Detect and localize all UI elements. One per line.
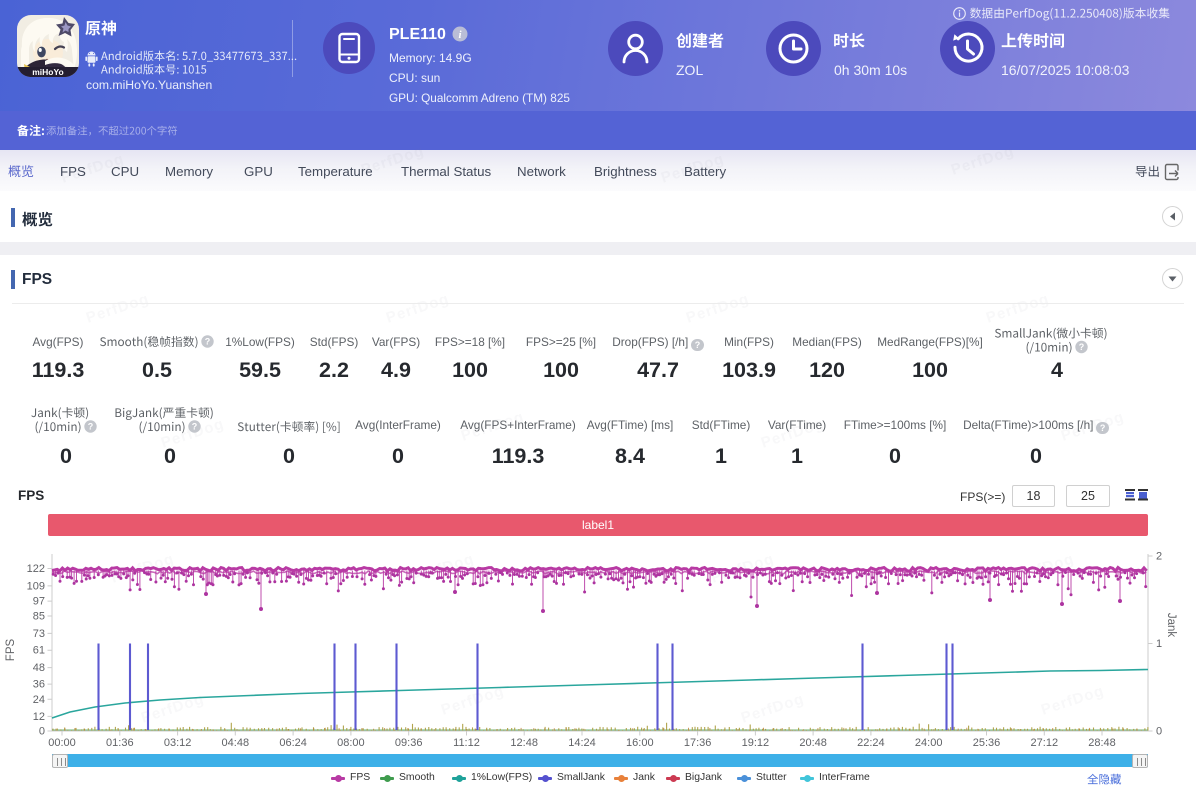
svg-text:?: ?: [205, 337, 211, 347]
svg-text:?: ?: [1079, 342, 1085, 352]
svg-text:?: ?: [88, 422, 94, 432]
svg-text:?: ?: [192, 422, 198, 432]
